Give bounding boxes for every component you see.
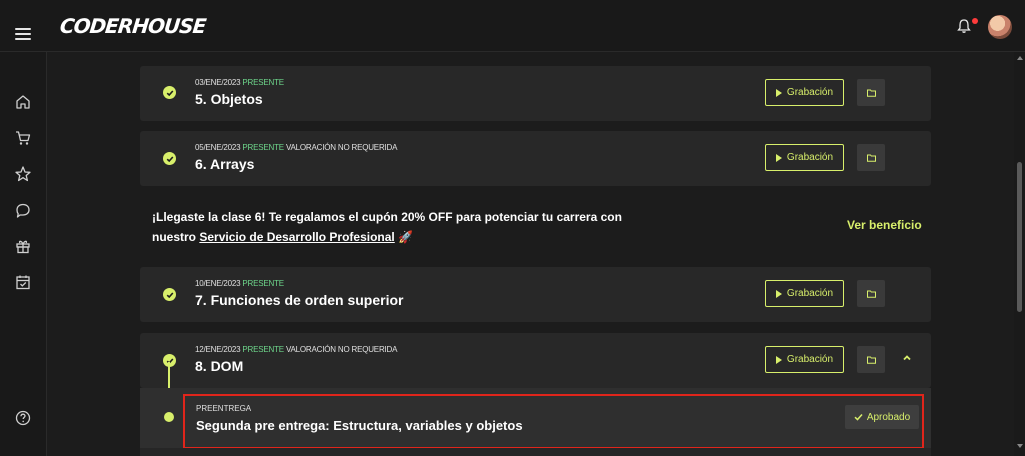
notification-dot bbox=[972, 18, 978, 24]
class-title[interactable]: 7. Funciones de orden superior bbox=[195, 292, 403, 308]
evaluation-status: VALORACIÓN NO REQUERIDA bbox=[285, 143, 398, 152]
class-card-7: 10/ENE/2023 PRESENTE 7. Funciones de ord… bbox=[140, 267, 931, 322]
approved-label: Aprobado bbox=[866, 411, 911, 423]
folder-button[interactable] bbox=[857, 79, 885, 106]
play-icon bbox=[775, 289, 782, 298]
promo-message: ¡Llegaste la clase 6! Te regalamos el cu… bbox=[152, 207, 642, 247]
class-date: 05/ENE/2023 bbox=[195, 143, 241, 152]
home-icon[interactable] bbox=[14, 93, 32, 111]
menu-icon[interactable] bbox=[15, 28, 31, 40]
class-meta: 03/ENE/2023 PRESENTE bbox=[195, 78, 284, 87]
timeline-dot bbox=[164, 412, 174, 422]
class-card-8: 12/ENE/2023 PRESENTE VALORACIÓN NO REQUE… bbox=[140, 333, 931, 388]
class-title[interactable]: 6. Arrays bbox=[195, 156, 254, 172]
scroll-thumb[interactable] bbox=[1017, 162, 1022, 312]
view-benefit-link[interactable]: Ver beneficio bbox=[847, 218, 922, 232]
gift-icon[interactable] bbox=[14, 237, 32, 255]
class-meta: 12/ENE/2023 PRESENTE VALORACIÓN NO REQUE… bbox=[195, 345, 397, 354]
folder-icon bbox=[866, 154, 876, 162]
class-card-6: 05/ENE/2023 PRESENTE VALORACIÓN NO REQUE… bbox=[140, 131, 931, 186]
recording-button[interactable]: Grabación bbox=[765, 144, 844, 171]
recording-button[interactable]: Grabación bbox=[765, 280, 844, 307]
check-icon bbox=[163, 86, 176, 99]
chat-icon[interactable] bbox=[14, 201, 32, 219]
bell-icon[interactable] bbox=[957, 18, 971, 34]
sidebar bbox=[0, 52, 47, 456]
promo-link[interactable]: Servicio de Desarrollo Profesional bbox=[199, 230, 394, 244]
folder-icon bbox=[866, 89, 876, 97]
next-row-edge bbox=[140, 448, 931, 456]
attendance-status: PRESENTE bbox=[242, 78, 284, 87]
calendar-icon[interactable] bbox=[14, 273, 32, 291]
top-bar: CODERHOUSE bbox=[0, 0, 1025, 52]
class-date: 03/ENE/2023 bbox=[195, 78, 241, 87]
attendance-status: PRESENTE bbox=[242, 345, 284, 354]
scroll-down-arrow[interactable] bbox=[1017, 444, 1023, 448]
folder-icon bbox=[866, 290, 876, 298]
class-title[interactable]: 8. DOM bbox=[195, 358, 243, 374]
logo[interactable]: CODERHOUSE bbox=[59, 14, 207, 38]
star-icon[interactable] bbox=[14, 165, 32, 183]
play-icon bbox=[775, 355, 782, 364]
check-icon bbox=[163, 288, 176, 301]
attendance-status: PRESENTE bbox=[242, 143, 284, 152]
checkmark-icon bbox=[854, 413, 863, 421]
class-card-5: 03/ENE/2023 PRESENTE 5. Objetos Grabació… bbox=[140, 66, 931, 121]
folder-icon bbox=[866, 356, 876, 364]
recording-label: Grabación bbox=[786, 152, 834, 163]
rocket-icon: 🚀 bbox=[398, 230, 414, 244]
recording-button[interactable]: Grabación bbox=[765, 346, 844, 373]
folder-button[interactable] bbox=[857, 280, 885, 307]
chevron-up-icon[interactable] bbox=[900, 351, 914, 365]
approved-badge: Aprobado bbox=[845, 405, 919, 429]
folder-button[interactable] bbox=[857, 144, 885, 171]
recording-label: Grabación bbox=[786, 87, 834, 98]
play-icon bbox=[775, 88, 782, 97]
preentrega-label: PREENTREGA bbox=[196, 404, 252, 413]
class-title[interactable]: 5. Objetos bbox=[195, 91, 263, 107]
recording-label: Grabación bbox=[786, 354, 834, 365]
cart-icon[interactable] bbox=[14, 129, 32, 147]
class-date: 12/ENE/2023 bbox=[195, 345, 241, 354]
help-icon[interactable] bbox=[14, 409, 32, 427]
class-date: 10/ENE/2023 bbox=[195, 279, 241, 288]
preentrega-title[interactable]: Segunda pre entrega: Estructura, variabl… bbox=[196, 418, 523, 433]
avatar[interactable] bbox=[988, 15, 1012, 39]
recording-label: Grabación bbox=[786, 288, 834, 299]
recording-button[interactable]: Grabación bbox=[765, 79, 844, 106]
class-meta: 10/ENE/2023 PRESENTE bbox=[195, 279, 284, 288]
folder-button[interactable] bbox=[857, 346, 885, 373]
class-meta: 05/ENE/2023 PRESENTE VALORACIÓN NO REQUE… bbox=[195, 143, 397, 152]
attendance-status: PRESENTE bbox=[242, 279, 284, 288]
evaluation-status: VALORACIÓN NO REQUERIDA bbox=[285, 345, 398, 354]
scroll-up-arrow[interactable] bbox=[1017, 56, 1023, 60]
play-icon bbox=[775, 153, 782, 162]
scrollbar[interactable] bbox=[1014, 52, 1025, 456]
check-icon bbox=[163, 152, 176, 165]
